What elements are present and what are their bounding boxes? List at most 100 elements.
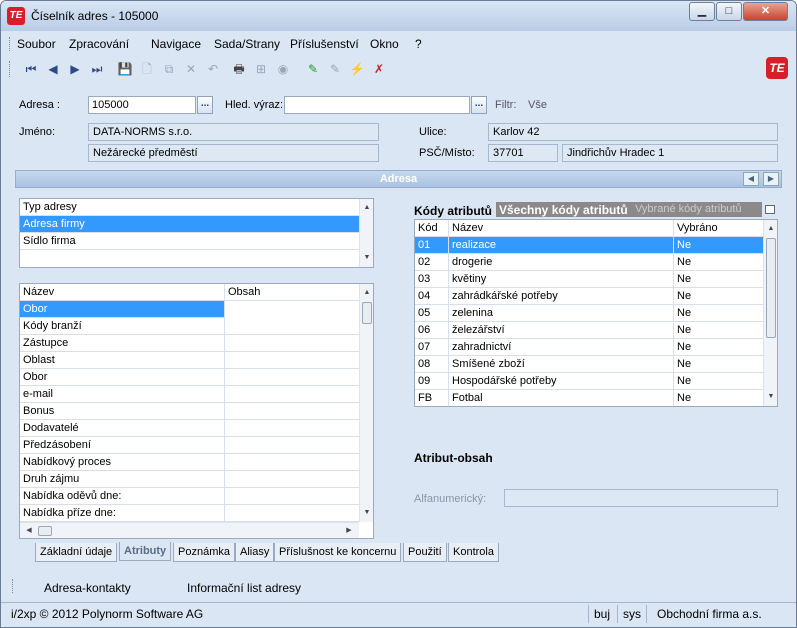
cell-obsah[interactable] <box>225 454 359 471</box>
table-row[interactable]: FB Fotbal Ne <box>415 390 763 406</box>
tab-pouziti[interactable]: Použití <box>403 543 447 562</box>
next-record-icon[interactable]: ▶ <box>67 61 83 77</box>
cancel-icon[interactable]: ✗ <box>371 61 387 77</box>
table-row[interactable]: 07 zahradnictví Ne <box>415 339 763 356</box>
lightning-icon[interactable]: ⚡ <box>349 61 365 77</box>
menu-soubor[interactable]: Soubor <box>17 37 56 51</box>
cell-obsah[interactable] <box>225 352 359 369</box>
list-item[interactable]: Adresa firmy <box>20 216 359 233</box>
tab-poznamka[interactable]: Poznámka <box>173 543 235 562</box>
menu-zpracovani[interactable]: Zpracování <box>69 37 129 51</box>
copy-icon[interactable]: ⧉ <box>161 61 177 77</box>
tree-icon[interactable]: ⊞ <box>253 61 269 77</box>
informacni-list-button[interactable]: Informační list adresy <box>187 581 301 595</box>
cell-obsah[interactable] <box>225 471 359 488</box>
table-row[interactable]: Předzásobení <box>20 437 359 454</box>
table-row[interactable]: Bonus <box>20 403 359 420</box>
table-row[interactable]: e-mail <box>20 386 359 403</box>
adresa-browse-button[interactable]: ... <box>197 96 213 114</box>
toolbar-grip[interactable] <box>9 61 12 77</box>
table-row[interactable]: 09 Hospodářské potřeby Ne <box>415 373 763 390</box>
table-row[interactable]: 02 drogerie Ne <box>415 254 763 271</box>
table-row[interactable]: Kódy branží <box>20 318 359 335</box>
adresa-kontakty-button[interactable]: Adresa-kontakty <box>44 581 131 595</box>
scroll-thumb[interactable] <box>766 238 776 338</box>
cell-obsah[interactable] <box>225 505 359 522</box>
edit-pen-gray-icon[interactable]: ✎ <box>327 61 343 77</box>
list-item[interactable]: Sídlo firma <box>20 233 359 250</box>
panel-toggle-icon[interactable] <box>765 205 775 214</box>
cell-obsah[interactable] <box>225 301 359 318</box>
bottom-grip[interactable] <box>12 579 15 593</box>
table-row[interactable]: 05 zelenina Ne <box>415 305 763 322</box>
menu-help[interactable]: ? <box>415 37 422 51</box>
adresa-input[interactable]: 105000 <box>88 96 196 114</box>
print-icon[interactable]: 🖶 <box>231 61 247 77</box>
tab-all-codes[interactable]: Všechny kódy atributů <box>499 203 628 217</box>
prev-record-icon[interactable]: ◀ <box>45 61 61 77</box>
alfanumericky-field[interactable] <box>504 489 778 507</box>
section-prev-button[interactable]: ◀ <box>743 172 759 186</box>
menu-grip[interactable] <box>9 37 12 51</box>
table-row[interactable]: 06 železářství Ne <box>415 322 763 339</box>
section-next-button[interactable]: ▶ <box>763 172 779 186</box>
table-row[interactable]: Nabídka příze dne: <box>20 505 359 522</box>
kody-scrollbar[interactable]: ▲ ▼ <box>763 220 777 406</box>
scroll-down-icon[interactable]: ▼ <box>360 506 373 520</box>
typ-adresy-scrollbar[interactable]: ▲ ▼ <box>359 199 373 267</box>
menu-prislusenstvi[interactable]: Příslušenství <box>290 37 359 51</box>
cell-obsah[interactable] <box>225 335 359 352</box>
table-row[interactable]: Obor <box>20 369 359 386</box>
cell-obsah[interactable] <box>225 403 359 420</box>
table-row[interactable]: Obor <box>20 301 359 318</box>
hscroll-thumb[interactable] <box>38 526 52 536</box>
delete-icon[interactable]: ✕ <box>183 61 199 77</box>
close-button[interactable]: ✕ <box>743 2 788 21</box>
cell-obsah[interactable] <box>225 420 359 437</box>
table-row[interactable]: 01 realizace Ne <box>415 237 763 254</box>
maximize-button[interactable]: □ <box>716 2 742 21</box>
scroll-down-icon[interactable]: ▼ <box>360 251 373 265</box>
tab-atributy[interactable]: Atributy <box>119 542 172 561</box>
table-row[interactable]: Zástupce <box>20 335 359 352</box>
cell-obsah[interactable] <box>225 488 359 505</box>
obsah-scrollbar[interactable]: ▲ ▼ <box>359 284 373 522</box>
cell-obsah[interactable] <box>225 437 359 454</box>
menu-navigace[interactable]: Navigace <box>151 37 201 51</box>
save-icon[interactable]: 💾 <box>117 61 133 77</box>
menu-okno[interactable]: Okno <box>370 37 399 51</box>
scroll-up-icon[interactable]: ▲ <box>360 286 373 300</box>
table-row[interactable]: 08 Smíšené zboží Ne <box>415 356 763 373</box>
menu-sada-strany[interactable]: Sada/Strany <box>214 37 280 51</box>
scroll-up-icon[interactable]: ▲ <box>360 201 373 215</box>
minimize-button[interactable]: ▁ <box>689 2 715 21</box>
scroll-thumb[interactable] <box>362 302 372 324</box>
undo-icon[interactable]: ↶ <box>205 61 221 77</box>
scroll-left-icon[interactable]: ◀ <box>22 524 36 538</box>
table-row[interactable]: Oblast <box>20 352 359 369</box>
obsah-hscrollbar[interactable]: ◀ ▶ <box>20 522 359 538</box>
tab-kontrola[interactable]: Kontrola <box>448 543 499 562</box>
tab-zakladni-udaje[interactable]: Základní údaje <box>35 543 118 562</box>
disc-icon[interactable]: ◉ <box>275 61 291 77</box>
scroll-down-icon[interactable]: ▼ <box>764 390 777 404</box>
cell-obsah[interactable] <box>225 386 359 403</box>
hled-input[interactable] <box>284 96 470 114</box>
scroll-up-icon[interactable]: ▲ <box>764 222 777 236</box>
scroll-right-icon[interactable]: ▶ <box>342 524 356 538</box>
edit-pen-icon[interactable]: ✎ <box>305 61 321 77</box>
table-row[interactable]: Nabídka oděvů dne: <box>20 488 359 505</box>
table-row[interactable]: 03 květiny Ne <box>415 271 763 288</box>
cell-obsah[interactable] <box>225 369 359 386</box>
first-record-icon[interactable]: ⏮ <box>23 61 39 77</box>
table-row[interactable]: Druh zájmu <box>20 471 359 488</box>
table-row[interactable]: Nabídkový proces <box>20 454 359 471</box>
new-icon[interactable]: 🗋 <box>139 61 155 77</box>
cell-obsah[interactable] <box>225 318 359 335</box>
table-row[interactable]: 04 zahrádkářské potřeby Ne <box>415 288 763 305</box>
last-record-icon[interactable]: ⏭ <box>89 61 105 77</box>
table-row[interactable]: Dodavatelé <box>20 420 359 437</box>
hled-browse-button[interactable]: ... <box>471 96 487 114</box>
tab-aliasy[interactable]: Aliasy <box>235 543 275 562</box>
tab-selected-codes[interactable]: Vybrané kódy atributů <box>635 203 742 215</box>
